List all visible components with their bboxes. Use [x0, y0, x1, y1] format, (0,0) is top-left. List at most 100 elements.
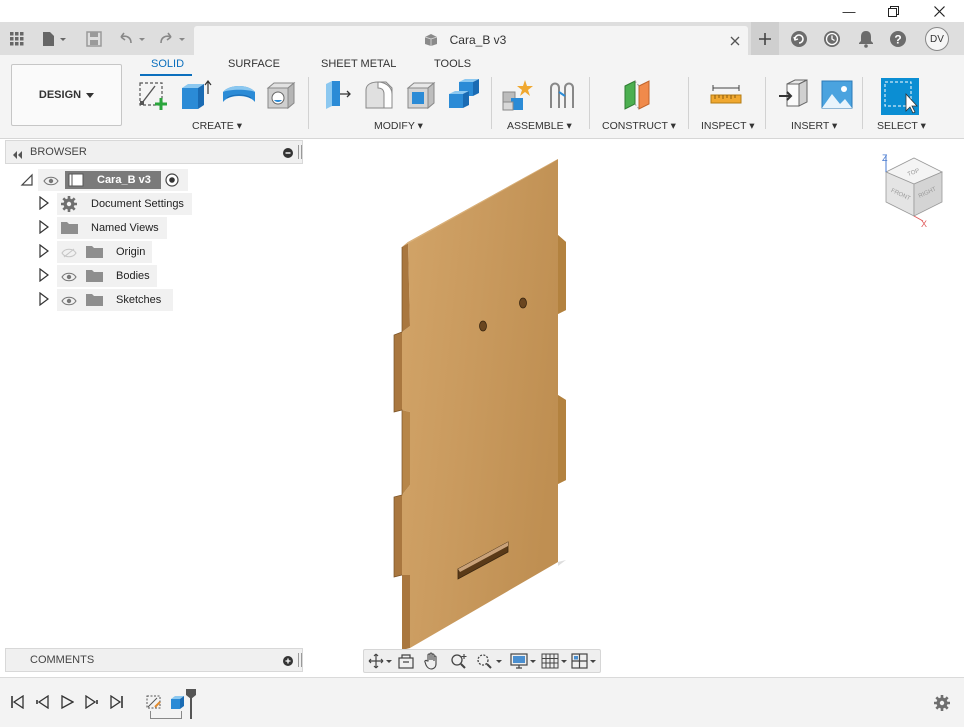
comments-title: COMMENTS: [30, 654, 95, 666]
select-menu[interactable]: SELECT ▾: [877, 120, 926, 132]
expand-arrow-icon[interactable]: [38, 219, 50, 237]
hidden-eye-icon[interactable]: [61, 247, 77, 261]
create-menu-label: CREATE: [192, 120, 234, 132]
select-tool-icon[interactable]: [881, 78, 919, 115]
ribbon-divider: [491, 77, 492, 129]
go-to-end-icon[interactable]: [110, 694, 124, 712]
joint-icon[interactable]: [545, 78, 579, 112]
tree-item-label: Bodies: [116, 270, 150, 282]
axis-z-label: Z: [882, 153, 888, 163]
minimize-icon[interactable]: —: [826, 0, 872, 22]
panel-resize-handle[interactable]: [298, 145, 302, 159]
user-avatar[interactable]: DV: [925, 27, 949, 51]
quick-access-toolbar: Cara_B v3 ?: [0, 22, 964, 55]
activate-radio-icon[interactable]: [165, 173, 179, 190]
notifications-bell-icon[interactable]: [855, 22, 877, 55]
tab-solid[interactable]: SOLID: [151, 58, 184, 70]
combine-icon[interactable]: [447, 78, 481, 112]
minus-circle-icon[interactable]: [283, 147, 293, 161]
orbit-icon[interactable]: [368, 653, 392, 672]
expand-arrow-icon[interactable]: [38, 291, 50, 309]
new-component-icon[interactable]: [501, 78, 535, 112]
select-menu-label: SELECT: [877, 120, 918, 132]
assemble-menu[interactable]: ASSEMBLE ▾: [507, 120, 572, 132]
comments-panel-header: COMMENTS: [5, 648, 303, 672]
help-icon[interactable]: ?: [887, 22, 909, 55]
new-tab-icon[interactable]: [751, 22, 779, 55]
expand-arrow-icon[interactable]: [38, 267, 50, 285]
insert-canvas-icon[interactable]: [820, 78, 854, 112]
timeline-settings-gear-icon[interactable]: [933, 694, 951, 715]
expand-arrow-icon[interactable]: [38, 195, 50, 213]
browser-title: BROWSER: [30, 146, 87, 158]
view-cube[interactable]: TOP FRONT RIGHT Z X: [878, 150, 948, 228]
root-component-chip[interactable]: Cara_B v3: [65, 171, 161, 189]
browser-panel-header: BROWSER: [5, 140, 303, 164]
file-menu-icon[interactable]: [38, 22, 70, 55]
apps-grid-icon[interactable]: [6, 22, 28, 55]
step-back-icon[interactable]: [35, 694, 49, 712]
timeline-bar: [0, 677, 964, 727]
play-icon[interactable]: [60, 694, 75, 712]
close-tab-icon[interactable]: [730, 31, 740, 50]
tree-item-label: Document Settings: [91, 198, 184, 210]
step-forward-icon[interactable]: [85, 694, 99, 712]
extrude-icon[interactable]: [178, 78, 212, 112]
measure-icon[interactable]: [710, 78, 744, 112]
insert-menu[interactable]: INSERT ▾: [791, 120, 837, 132]
svg-text:?: ?: [894, 32, 901, 46]
tab-surface[interactable]: SURFACE: [228, 58, 280, 70]
tree-item-label: Named Views: [91, 222, 159, 234]
insert-derive-icon[interactable]: [777, 78, 811, 112]
ribbon-divider: [688, 77, 689, 129]
fillet-icon[interactable]: [362, 78, 396, 112]
wood-panel-model[interactable]: [380, 150, 580, 650]
construct-menu[interactable]: CONSTRUCT ▾: [602, 120, 676, 132]
pan-hand-icon[interactable]: [424, 652, 440, 673]
restore-icon[interactable]: [870, 0, 916, 22]
extensions-icon[interactable]: [788, 22, 810, 55]
shell-icon[interactable]: [404, 78, 438, 112]
fusion-app-window: — Cara_B v3 ? DV DESIGN SOLID SURFACE SH…: [0, 0, 964, 727]
redo-icon[interactable]: [156, 22, 188, 55]
create-menu[interactable]: CREATE ▾: [192, 120, 242, 132]
offset-plane-icon[interactable]: [621, 78, 655, 112]
go-to-start-icon[interactable]: [10, 694, 24, 712]
viewports-icon[interactable]: [571, 653, 599, 672]
inspect-menu[interactable]: INSPECT ▾: [701, 120, 755, 132]
tab-sheet-metal[interactable]: SHEET METAL: [321, 58, 396, 70]
tab-tools[interactable]: TOOLS: [434, 58, 471, 70]
document-tab[interactable]: Cara_B v3: [194, 26, 748, 55]
add-comment-icon[interactable]: [283, 655, 293, 669]
ribbon-divider: [765, 77, 766, 129]
eye-visibility-icon[interactable]: [61, 295, 77, 309]
eye-visibility-icon[interactable]: [61, 271, 77, 285]
ribbon-divider: [308, 77, 309, 129]
document-tab-label: Cara_B v3: [449, 33, 507, 47]
close-window-icon[interactable]: [916, 0, 962, 22]
workspace-label: DESIGN: [38, 89, 82, 101]
eye-visibility-icon[interactable]: [43, 175, 59, 189]
look-at-icon[interactable]: [398, 653, 414, 672]
active-tab-indicator: [140, 74, 192, 76]
collapse-panel-icon[interactable]: [11, 148, 23, 162]
grid-settings-icon[interactable]: [541, 653, 569, 672]
press-pull-icon[interactable]: [320, 78, 354, 112]
job-status-icon[interactable]: [821, 22, 843, 55]
revolve-icon[interactable]: [221, 78, 255, 112]
zoom-icon[interactable]: [450, 653, 468, 672]
timeline-marker-handle[interactable]: [185, 688, 197, 723]
folder-icon: [86, 269, 103, 285]
save-icon[interactable]: [84, 22, 104, 55]
hole-icon[interactable]: [264, 78, 298, 112]
create-sketch-icon[interactable]: [137, 78, 171, 112]
expand-arrow-icon[interactable]: [38, 243, 50, 261]
zoom-window-icon[interactable]: [476, 653, 504, 672]
workspace-switcher-button[interactable]: DESIGN: [11, 64, 122, 126]
ribbon-divider: [589, 77, 590, 129]
display-settings-icon[interactable]: [510, 653, 538, 672]
root-collapse-icon[interactable]: [20, 173, 34, 190]
modify-menu[interactable]: MODIFY ▾: [374, 120, 423, 132]
panel-resize-handle[interactable]: [298, 653, 302, 667]
undo-icon[interactable]: [116, 22, 148, 55]
